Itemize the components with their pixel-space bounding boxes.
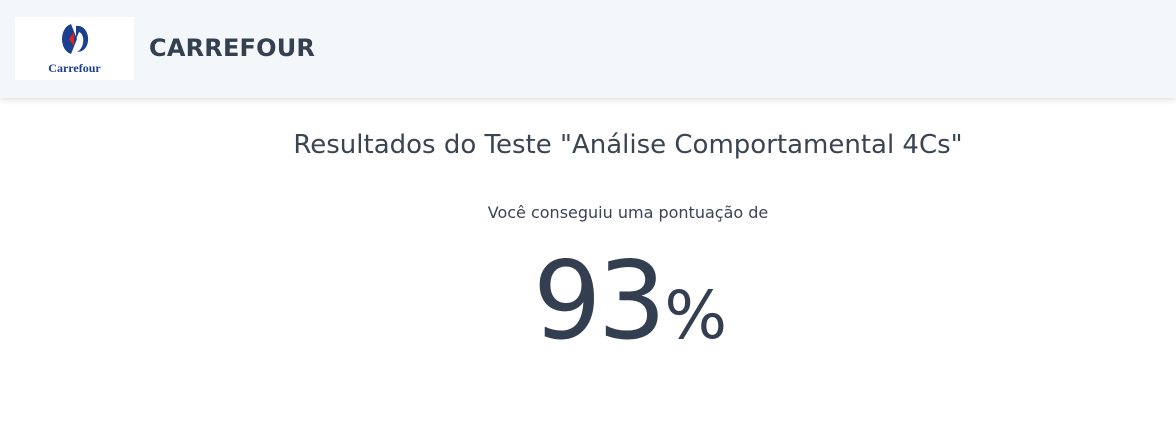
carrefour-logo[interactable]: Carrefour (15, 17, 134, 80)
carrefour-logo-icon (62, 24, 89, 54)
score-caption: Você conseguiu uma pontuação de (487, 203, 769, 222)
brand-name: CARREFOUR (149, 34, 316, 62)
score-display: 93% (0, 248, 1176, 356)
page-title: Resultados do Teste "Análise Comportamen… (293, 130, 963, 160)
score-unit: % (664, 277, 728, 354)
app-header: Carrefour CARREFOUR (0, 0, 1176, 98)
logo-text: Carrefour (48, 61, 101, 75)
score-value: 93 (532, 239, 666, 364)
